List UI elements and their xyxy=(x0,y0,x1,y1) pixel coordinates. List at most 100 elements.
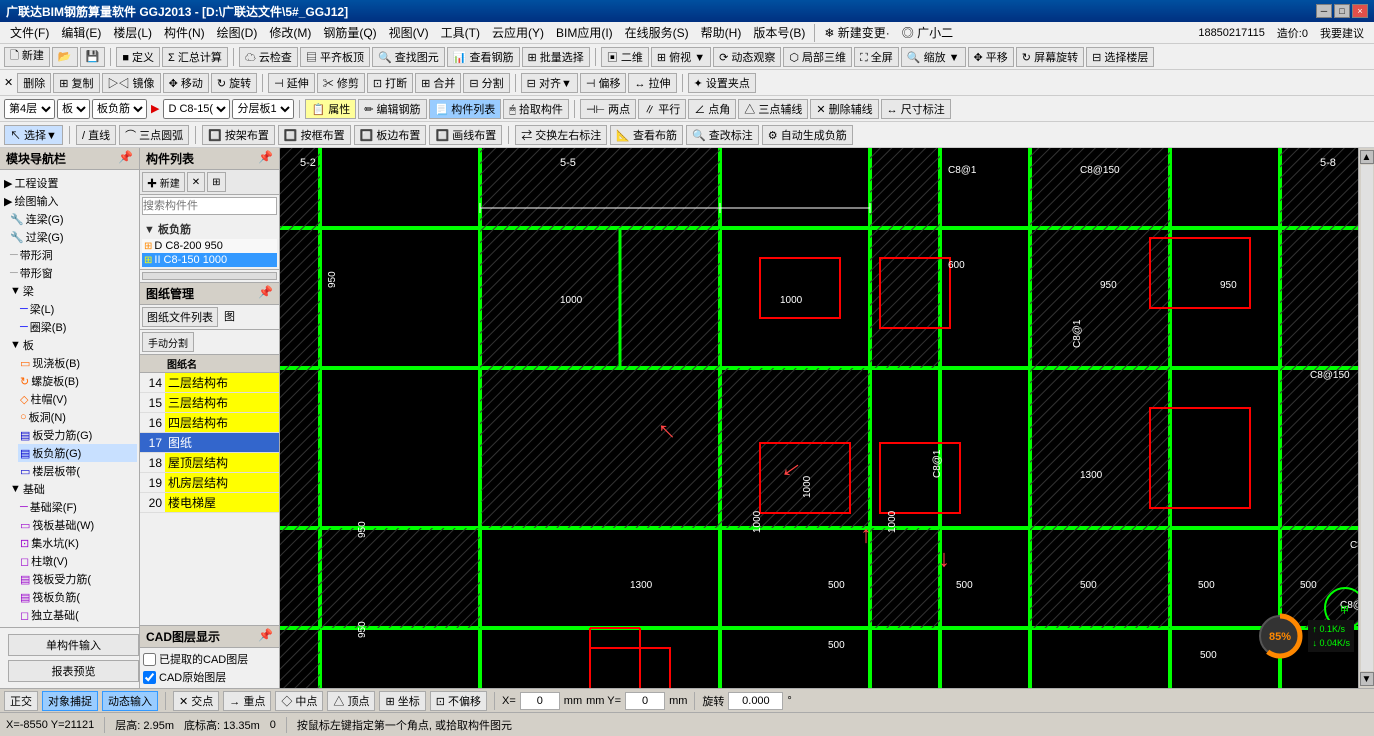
pick-comp-button[interactable]: 🖱 拾取构件 xyxy=(503,99,569,119)
top-view-button[interactable]: ⊞ 俯视 ▼ xyxy=(651,47,711,67)
report-preview-button[interactable]: 报表预览 xyxy=(8,660,139,682)
view-rebar-button[interactable]: 📊 查看钢筋 xyxy=(447,47,520,67)
view-layout-button[interactable]: 📐 查看布筋 xyxy=(610,125,683,145)
menu-online[interactable]: 在线服务(S) xyxy=(619,22,695,43)
save-button[interactable]: 💾 xyxy=(80,47,106,67)
check-mark-button[interactable]: 🔍 查改标注 xyxy=(686,125,759,145)
swap-mark-button[interactable]: ⇄ 交换左右标注 xyxy=(515,125,607,145)
nav-floor-band[interactable]: ▭ 楼层板带( xyxy=(18,462,137,480)
nav-foundation[interactable]: ▼ 基础 xyxy=(8,480,137,498)
drawing-row-18[interactable]: 18 屋顶层结构 xyxy=(140,453,279,473)
place-by-line-button[interactable]: 🔲 画线布置 xyxy=(429,125,502,145)
close-button[interactable]: × xyxy=(1352,4,1368,18)
nav-draw-input[interactable]: ▶ 绘图输入 xyxy=(2,192,137,210)
manual-split-button[interactable]: 手动分割 xyxy=(142,332,194,352)
nav-foundation-beam[interactable]: ─ 基础梁(F) xyxy=(18,498,137,516)
menu-file[interactable]: 文件(F) xyxy=(4,22,55,43)
drawing-panel-pin[interactable]: 📌 xyxy=(258,285,273,302)
property-button[interactable]: 📋 属性 xyxy=(305,99,356,119)
y-input[interactable]: 0 xyxy=(625,692,665,710)
nav-beam-g[interactable]: 🔧 连梁(G) xyxy=(8,210,137,228)
extend-button[interactable]: ⊣ 延伸 xyxy=(268,73,315,93)
nav-raft-neg[interactable]: ▤ 筏板负筋( xyxy=(18,588,137,606)
dim-button[interactable]: ↔ 尺寸标注 xyxy=(881,99,951,119)
suggest-button[interactable]: 我要建议 xyxy=(1314,25,1370,41)
nav-raft-force[interactable]: ▤ 筏板受力筋( xyxy=(18,570,137,588)
local-3d-button[interactable]: ⬡ 局部三维 xyxy=(783,47,852,67)
menu-modify[interactable]: 修改(M) xyxy=(263,22,317,43)
nav-strip-hole[interactable]: ─ 带形洞 xyxy=(8,246,137,264)
set-node-button[interactable]: ✦ 设置夹点 xyxy=(688,73,756,93)
comp-item-1[interactable]: ⊞ D C8-200 950 xyxy=(142,239,277,253)
menu-component[interactable]: 构件(N) xyxy=(158,22,211,43)
dynamic-view-button[interactable]: ⟳ 动态观察 xyxy=(713,47,781,67)
screen-rotate-button[interactable]: ↻ 屏幕旋转 xyxy=(1016,47,1084,67)
nav-ind-foundation[interactable]: ◻ 独立基础( xyxy=(18,606,137,624)
drawing-row-19[interactable]: 19 机房层结构 xyxy=(140,473,279,493)
three-point-button[interactable]: △ 三点辅线 xyxy=(738,99,808,119)
offset-button[interactable]: ⊣ 偏移 xyxy=(580,73,627,93)
line-button[interactable]: / 直线 xyxy=(76,125,116,145)
del-aux-button[interactable]: ✕ 删除辅线 xyxy=(810,99,878,119)
fullscreen-button[interactable]: ⛶ 全屏 xyxy=(854,47,899,67)
menu-version[interactable]: 版本号(B) xyxy=(747,22,811,43)
copy-button[interactable]: ⊞ 复制 xyxy=(53,73,99,93)
drawing-tab-pic[interactable]: 图 xyxy=(220,307,239,327)
ortho-button[interactable]: 正交 xyxy=(4,691,38,711)
nav-slab-neg-rebar[interactable]: ▤ 板负筋(G) xyxy=(18,444,137,462)
parallel-button[interactable]: ∥ 平行 xyxy=(638,99,686,119)
comp-list-button[interactable]: 📃 构件列表 xyxy=(429,99,502,119)
menu-tools[interactable]: 工具(T) xyxy=(435,22,486,43)
arc-button[interactable]: ⌒ 三点圆弧 xyxy=(119,125,189,145)
new-comp-button[interactable]: ✚ 新建 xyxy=(142,172,185,192)
2d-button[interactable]: ▣ 二维 xyxy=(601,47,649,67)
menu-view[interactable]: 视图(V) xyxy=(383,22,435,43)
menu-user[interactable]: ◎ 广小二 xyxy=(896,22,959,43)
menu-floor[interactable]: 楼层(L) xyxy=(107,22,158,43)
menu-draw[interactable]: 绘图(D) xyxy=(211,22,264,43)
comp-item-2[interactable]: ⊞ II C8-150 1000 xyxy=(142,253,277,267)
nav-col-cap[interactable]: ◇ 柱帽(V) xyxy=(18,390,137,408)
cad-layer-pin[interactable]: 📌 xyxy=(258,628,273,645)
scroll-up-button[interactable]: ▲ xyxy=(1360,150,1374,164)
edit-rebar-button[interactable]: ✏ 编辑钢筋 xyxy=(358,99,426,119)
nav-strip-window[interactable]: ─ 带形窗 xyxy=(8,264,137,282)
horizontal-scrollbar[interactable] xyxy=(142,272,277,280)
nav-beam-lintel[interactable]: 🔧 过梁(G) xyxy=(8,228,137,246)
type-select[interactable]: 板 xyxy=(57,99,90,119)
place-by-edge-button[interactable]: 🔲 板边布置 xyxy=(354,125,427,145)
nav-panel-pin[interactable]: 📌 xyxy=(118,150,133,167)
place-by-box-button[interactable]: 🔲 按框布置 xyxy=(278,125,351,145)
menu-bim[interactable]: BIM应用(I) xyxy=(550,22,619,43)
obj-snap-button[interactable]: 对象捕捉 xyxy=(42,691,98,711)
define-button[interactable]: ■ 定义 xyxy=(116,47,160,67)
nav-beam-l[interactable]: ─ 梁(L) xyxy=(18,300,137,318)
spec-select[interactable]: D C8-15( xyxy=(163,99,230,119)
right-scrollbar[interactable]: ▲ ▼ xyxy=(1358,148,1374,688)
delete-button[interactable]: 删除 xyxy=(17,73,51,93)
align-button[interactable]: ⊟ 对齐▼ xyxy=(521,73,578,93)
layer-select[interactable]: 第4层 xyxy=(4,99,55,119)
rotate-input[interactable]: 0.000 xyxy=(728,692,783,710)
merge-button[interactable]: ⊞ 合并 xyxy=(415,73,461,93)
rotate-button[interactable]: ↻ 旋转 xyxy=(211,73,257,93)
split-button[interactable]: ⊟ 分割 xyxy=(463,73,509,93)
drawing-row-15[interactable]: 15 三层结构布 xyxy=(140,393,279,413)
cloud-check-button[interactable]: ☁ 云检查 xyxy=(239,47,298,67)
new-button[interactable]: 🗋 新建 xyxy=(4,47,50,67)
restore-button[interactable]: □ xyxy=(1334,4,1350,18)
nav-ring-beam[interactable]: ─ 圈梁(B) xyxy=(18,318,137,336)
two-point-button[interactable]: ⊣⊢ 两点 xyxy=(580,99,636,119)
drawing-row-20[interactable]: 20 楼电梯屋 xyxy=(140,493,279,513)
midpoint-button[interactable]: ◇ 中点 xyxy=(275,691,323,711)
scroll-down-button[interactable]: ▼ xyxy=(1360,672,1374,686)
menu-cloud[interactable]: 云应用(Y) xyxy=(486,22,550,43)
layer2-select[interactable]: 分层板1 xyxy=(232,99,294,119)
trim-button[interactable]: ✂ 修剪 xyxy=(317,73,365,93)
cad-layer-1-check[interactable] xyxy=(143,653,156,666)
rebar-type-select[interactable]: 板负筋 xyxy=(92,99,147,119)
drawing-row-17[interactable]: 17 图纸 xyxy=(140,433,279,453)
select-floor-button[interactable]: ⊟ 选择楼层 xyxy=(1086,47,1154,67)
menu-new-change[interactable]: ❄ 新建变更· xyxy=(818,22,895,43)
nav-project-settings[interactable]: ▶ 工程设置 xyxy=(2,174,137,192)
